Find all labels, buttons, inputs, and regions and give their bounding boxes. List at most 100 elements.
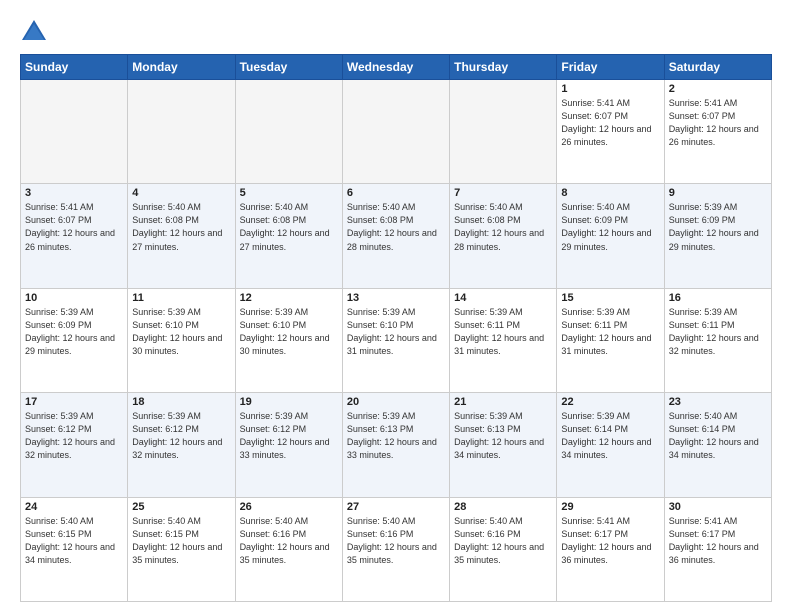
calendar-cell: 8Sunrise: 5:40 AMSunset: 6:09 PMDaylight… bbox=[557, 184, 664, 288]
col-header-friday: Friday bbox=[557, 55, 664, 80]
day-number: 4 bbox=[132, 187, 230, 199]
day-info: Sunrise: 5:39 AMSunset: 6:12 PMDaylight:… bbox=[132, 410, 230, 462]
day-info: Sunrise: 5:40 AMSunset: 6:08 PMDaylight:… bbox=[132, 201, 230, 253]
day-number: 30 bbox=[669, 501, 767, 513]
calendar-cell: 22 Sunrise: 5:39 AMSunset: 6:14 PMDayligh… bbox=[557, 393, 664, 497]
header bbox=[20, 16, 772, 44]
day-info: Sunrise: 5:40 AMSunset: 6:14 PMDaylight:… bbox=[669, 410, 767, 462]
day-number: 19 bbox=[240, 396, 338, 408]
day-info: Sunrise: 5:40 AMSunset: 6:08 PMDaylight:… bbox=[347, 201, 445, 253]
calendar-cell bbox=[342, 80, 449, 184]
day-info: Sunrise: 5:39 AMSunset: 6:11 PMDaylight:… bbox=[561, 306, 659, 358]
col-header-tuesday: Tuesday bbox=[235, 55, 342, 80]
calendar-cell: 3 Sunrise: 5:41 AMSunset: 6:07 PMDaylight… bbox=[21, 184, 128, 288]
logo-icon bbox=[20, 16, 48, 44]
col-header-saturday: Saturday bbox=[664, 55, 771, 80]
day-info: Sunrise: 5:40 AMSunset: 6:15 PMDaylight:… bbox=[25, 515, 123, 567]
day-number: 21 bbox=[454, 396, 552, 408]
calendar-cell: 6 Sunrise: 5:40 AMSunset: 6:08 PMDaylight… bbox=[342, 184, 449, 288]
calendar-cell: 28 Sunrise: 5:40 AMSunset: 6:16 PMDayligh… bbox=[450, 497, 557, 601]
calendar-cell: 9Sunrise: 5:39 AMSunset: 6:09 PMDaylight… bbox=[664, 184, 771, 288]
day-number: 18 bbox=[132, 396, 230, 408]
col-header-thursday: Thursday bbox=[450, 55, 557, 80]
calendar-cell: 26 Sunrise: 5:40 AMSunset: 6:16 PMDayligh… bbox=[235, 497, 342, 601]
day-number: 24 bbox=[25, 501, 123, 513]
calendar-cell bbox=[21, 80, 128, 184]
day-number: 23 bbox=[669, 396, 767, 408]
day-info: Sunrise: 5:40 AMSunset: 6:16 PMDaylight:… bbox=[347, 515, 445, 567]
calendar-week-2: 10 Sunrise: 5:39 AMSunset: 6:09 PMDayligh… bbox=[21, 288, 772, 392]
day-info: Sunrise: 5:39 AMSunset: 6:13 PMDaylight:… bbox=[454, 410, 552, 462]
calendar-cell: 30 Sunrise: 5:41 AMSunset: 6:17 PMDayligh… bbox=[664, 497, 771, 601]
day-info: Sunrise: 5:40 AMSunset: 6:16 PMDaylight:… bbox=[240, 515, 338, 567]
day-number: 1 bbox=[561, 83, 659, 95]
day-info: Sunrise: 5:40 AMSunset: 6:16 PMDaylight:… bbox=[454, 515, 552, 567]
day-number: 14 bbox=[454, 292, 552, 304]
calendar-week-0: 1Sunrise: 5:41 AMSunset: 6:07 PMDaylight… bbox=[21, 80, 772, 184]
day-info: Sunrise: 5:39 AMSunset: 6:12 PMDaylight:… bbox=[240, 410, 338, 462]
calendar-cell: 21 Sunrise: 5:39 AMSunset: 6:13 PMDayligh… bbox=[450, 393, 557, 497]
calendar-cell bbox=[235, 80, 342, 184]
day-info: Sunrise: 5:40 AMSunset: 6:08 PMDaylight:… bbox=[240, 201, 338, 253]
day-number: 6 bbox=[347, 187, 445, 199]
calendar-week-3: 17 Sunrise: 5:39 AMSunset: 6:12 PMDayligh… bbox=[21, 393, 772, 497]
day-number: 16 bbox=[669, 292, 767, 304]
day-info: Sunrise: 5:39 AMSunset: 6:14 PMDaylight:… bbox=[561, 410, 659, 462]
day-number: 25 bbox=[132, 501, 230, 513]
calendar-cell bbox=[128, 80, 235, 184]
calendar-cell: 27 Sunrise: 5:40 AMSunset: 6:16 PMDayligh… bbox=[342, 497, 449, 601]
calendar-cell bbox=[450, 80, 557, 184]
day-info: Sunrise: 5:39 AMSunset: 6:10 PMDaylight:… bbox=[132, 306, 230, 358]
day-info: Sunrise: 5:41 AMSunset: 6:07 PMDaylight:… bbox=[25, 201, 123, 253]
day-number: 7 bbox=[454, 187, 552, 199]
calendar-cell: 16 Sunrise: 5:39 AMSunset: 6:11 PMDayligh… bbox=[664, 288, 771, 392]
calendar-cell: 2Sunrise: 5:41 AMSunset: 6:07 PMDaylight… bbox=[664, 80, 771, 184]
calendar-cell: 14 Sunrise: 5:39 AMSunset: 6:11 PMDayligh… bbox=[450, 288, 557, 392]
day-number: 20 bbox=[347, 396, 445, 408]
calendar-cell: 5Sunrise: 5:40 AMSunset: 6:08 PMDaylight… bbox=[235, 184, 342, 288]
day-number: 17 bbox=[25, 396, 123, 408]
day-info: Sunrise: 5:39 AMSunset: 6:11 PMDaylight:… bbox=[454, 306, 552, 358]
calendar-cell: 15 Sunrise: 5:39 AMSunset: 6:11 PMDayligh… bbox=[557, 288, 664, 392]
calendar-week-1: 3 Sunrise: 5:41 AMSunset: 6:07 PMDaylight… bbox=[21, 184, 772, 288]
calendar-table: SundayMondayTuesdayWednesdayThursdayFrid… bbox=[20, 54, 772, 602]
calendar-cell: 1Sunrise: 5:41 AMSunset: 6:07 PMDaylight… bbox=[557, 80, 664, 184]
logo bbox=[20, 16, 52, 44]
page: SundayMondayTuesdayWednesdayThursdayFrid… bbox=[0, 0, 792, 612]
day-info: Sunrise: 5:40 AMSunset: 6:15 PMDaylight:… bbox=[132, 515, 230, 567]
day-number: 9 bbox=[669, 187, 767, 199]
calendar-cell: 7Sunrise: 5:40 AMSunset: 6:08 PMDaylight… bbox=[450, 184, 557, 288]
day-number: 12 bbox=[240, 292, 338, 304]
calendar-cell: 23 Sunrise: 5:40 AMSunset: 6:14 PMDayligh… bbox=[664, 393, 771, 497]
day-number: 26 bbox=[240, 501, 338, 513]
day-number: 15 bbox=[561, 292, 659, 304]
day-info: Sunrise: 5:39 AMSunset: 6:10 PMDaylight:… bbox=[240, 306, 338, 358]
day-info: Sunrise: 5:41 AMSunset: 6:17 PMDaylight:… bbox=[669, 515, 767, 567]
calendar-cell: 10 Sunrise: 5:39 AMSunset: 6:09 PMDayligh… bbox=[21, 288, 128, 392]
col-header-wednesday: Wednesday bbox=[342, 55, 449, 80]
day-number: 27 bbox=[347, 501, 445, 513]
calendar-week-4: 24 Sunrise: 5:40 AMSunset: 6:15 PMDayligh… bbox=[21, 497, 772, 601]
day-number: 2 bbox=[669, 83, 767, 95]
calendar-cell: 4 Sunrise: 5:40 AMSunset: 6:08 PMDaylight… bbox=[128, 184, 235, 288]
calendar-cell: 19 Sunrise: 5:39 AMSunset: 6:12 PMDayligh… bbox=[235, 393, 342, 497]
day-info: Sunrise: 5:39 AMSunset: 6:11 PMDaylight:… bbox=[669, 306, 767, 358]
calendar-cell: 11 Sunrise: 5:39 AMSunset: 6:10 PMDayligh… bbox=[128, 288, 235, 392]
day-info: Sunrise: 5:39 AMSunset: 6:10 PMDaylight:… bbox=[347, 306, 445, 358]
day-number: 28 bbox=[454, 501, 552, 513]
col-header-monday: Monday bbox=[128, 55, 235, 80]
day-number: 11 bbox=[132, 292, 230, 304]
day-number: 3 bbox=[25, 187, 123, 199]
calendar-cell: 20 Sunrise: 5:39 AMSunset: 6:13 PMDayligh… bbox=[342, 393, 449, 497]
day-info: Sunrise: 5:39 AMSunset: 6:12 PMDaylight:… bbox=[25, 410, 123, 462]
day-number: 29 bbox=[561, 501, 659, 513]
calendar-cell: 24 Sunrise: 5:40 AMSunset: 6:15 PMDayligh… bbox=[21, 497, 128, 601]
calendar-cell: 12 Sunrise: 5:39 AMSunset: 6:10 PMDayligh… bbox=[235, 288, 342, 392]
calendar-cell: 13Sunrise: 5:39 AMSunset: 6:10 PMDayligh… bbox=[342, 288, 449, 392]
calendar-cell: 25 Sunrise: 5:40 AMSunset: 6:15 PMDayligh… bbox=[128, 497, 235, 601]
day-number: 22 bbox=[561, 396, 659, 408]
day-number: 10 bbox=[25, 292, 123, 304]
day-info: Sunrise: 5:39 AMSunset: 6:13 PMDaylight:… bbox=[347, 410, 445, 462]
day-info: Sunrise: 5:39 AMSunset: 6:09 PMDaylight:… bbox=[25, 306, 123, 358]
col-header-sunday: Sunday bbox=[21, 55, 128, 80]
